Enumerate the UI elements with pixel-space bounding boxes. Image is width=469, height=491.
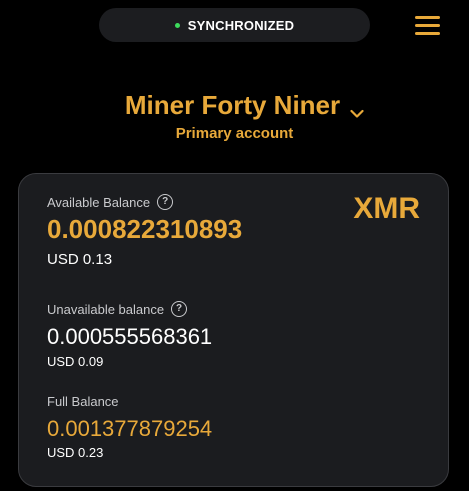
- help-icon[interactable]: ?: [171, 301, 188, 317]
- unavailable-balance-amount: 0.000555568361: [47, 324, 213, 349]
- available-balance-fiat: USD 0.13: [47, 251, 113, 268]
- unavailable-balance-label-row: Unavailable balance ?: [47, 301, 188, 317]
- available-balance-amount: 0.000822310893: [47, 214, 243, 244]
- help-icon[interactable]: ?: [157, 194, 174, 210]
- full-balance-amount: 0.001377879254: [47, 416, 213, 441]
- sync-status-label: SYNCHRONIZED: [187, 17, 295, 33]
- full-balance-label-row: Full Balance: [47, 394, 119, 409]
- account-subtitle: Primary account: [175, 125, 294, 142]
- account-name[interactable]: Miner Forty Niner: [125, 88, 340, 122]
- hamburger-menu-icon[interactable]: [415, 16, 440, 35]
- account-selector[interactable]: Miner Forty Niner Primary account: [0, 88, 469, 146]
- full-balance-fiat: USD 0.23: [47, 445, 104, 460]
- available-balance-label: Available Balance: [47, 194, 151, 210]
- chevron-down-icon[interactable]: [350, 109, 364, 119]
- full-balance-label: Full Balance: [47, 394, 119, 409]
- unavailable-balance-label: Unavailable balance: [47, 301, 165, 317]
- currency-ticker: XMR: [353, 192, 420, 225]
- sync-status-pill: SYNCHRONIZED: [99, 8, 370, 42]
- balance-card: XMR Available Balance ? 0.000822310893 U…: [18, 173, 449, 487]
- sync-status-dot: [174, 22, 180, 28]
- unavailable-balance-fiat: USD 0.09: [47, 354, 104, 369]
- available-balance-label-row: Available Balance ?: [47, 194, 174, 210]
